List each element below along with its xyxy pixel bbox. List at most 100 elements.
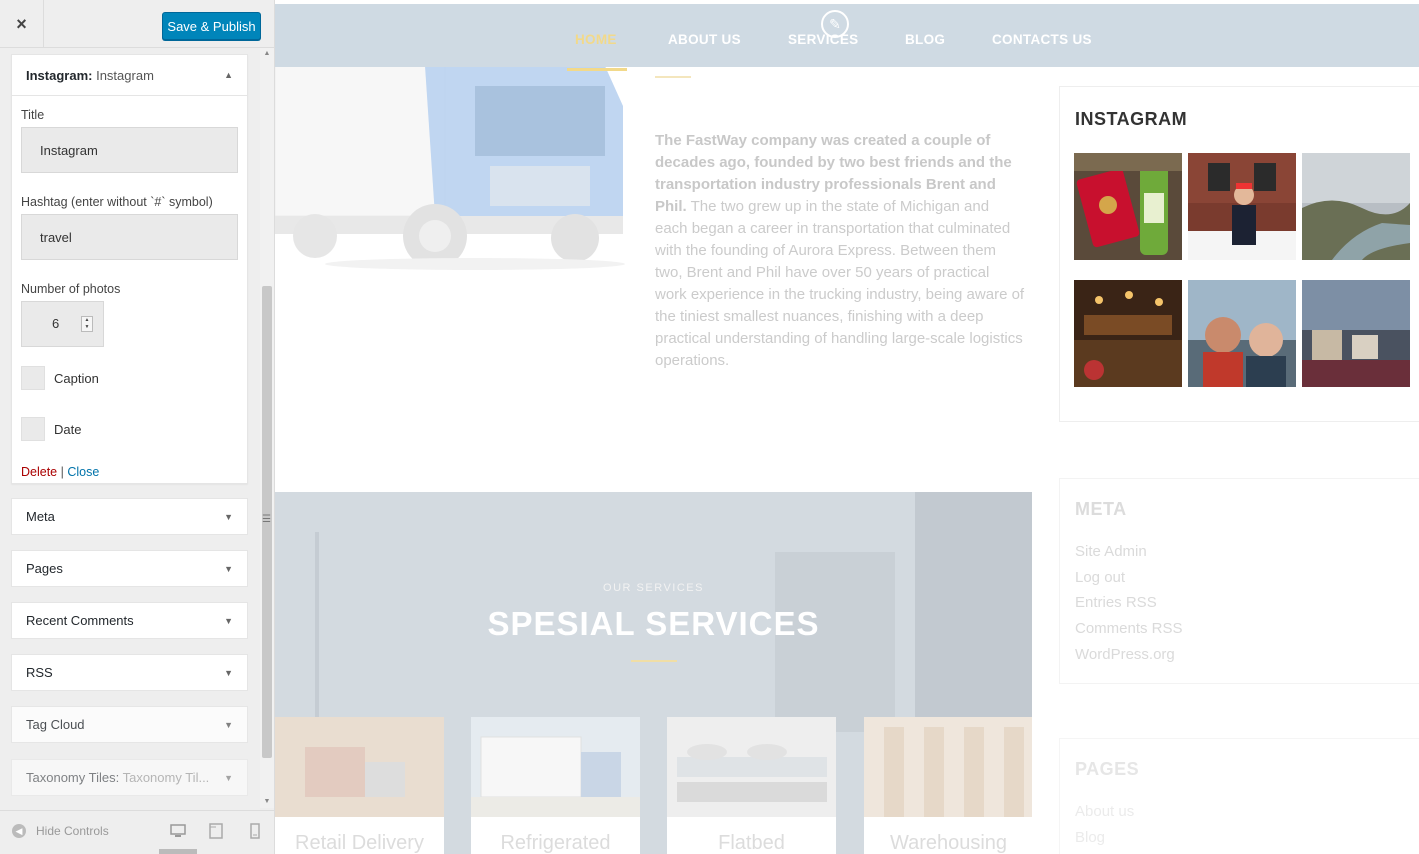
- hashtag-label: Hashtag (enter without `#` symbol): [21, 195, 213, 209]
- pages-link-about[interactable]: About us: [1075, 803, 1134, 820]
- widget-tag-cloud[interactable]: Tag Cloud ▼: [11, 706, 248, 743]
- widget-rss[interactable]: RSS ▼: [11, 654, 248, 691]
- delete-link[interactable]: Delete: [21, 465, 57, 479]
- site-preview: The FastWay company was created a couple…: [275, 0, 1419, 854]
- caret-down-icon[interactable]: ▼: [224, 512, 233, 522]
- service-card-label: Flatbed: [718, 832, 785, 854]
- service-card[interactable]: Flatbed: [667, 717, 836, 854]
- nav-services[interactable]: SERVICES: [788, 32, 858, 47]
- about-paragraph: The FastWay company was created a couple…: [655, 130, 1025, 372]
- caret-down-icon[interactable]: ▼: [224, 616, 233, 626]
- widget-pages[interactable]: Pages ▼: [11, 550, 248, 587]
- truck-image: [275, 66, 625, 270]
- about-body-text: The two grew up in the state of Michigan…: [655, 198, 1025, 369]
- service-card[interactable]: Retail Delivery: [275, 717, 444, 854]
- widget-type-label: Instagram:: [26, 67, 93, 83]
- widget-taxonomy-type: Taxonomy Tiles:: [26, 770, 120, 785]
- caption-label: Caption: [54, 370, 99, 386]
- save-publish-button[interactable]: Save & Publish: [162, 12, 261, 40]
- widget-instance-label: Instagram: [96, 67, 154, 83]
- service-card-label: Warehousing: [889, 832, 1008, 854]
- pencil-icon[interactable]: ✎: [821, 10, 849, 38]
- services-subtitle: OUR SERVICES: [603, 582, 704, 594]
- photos-label: Number of photos: [21, 282, 121, 296]
- hide-controls-label: Hide Controls: [36, 824, 109, 838]
- mobile-icon[interactable]: [247, 823, 263, 839]
- widget-recent-comments[interactable]: Recent Comments ▼: [11, 602, 248, 639]
- caret-down-icon[interactable]: ▼: [224, 720, 233, 730]
- main-navigation: HOME ABOUT US SERVICES BLOG CONTACTS US …: [275, 4, 1419, 71]
- title-label: Title: [21, 108, 45, 122]
- actions-separator: |: [60, 465, 64, 479]
- service-card-image: [471, 717, 640, 817]
- photos-stepper[interactable]: 6 ▲ ▼: [21, 301, 104, 347]
- caret-up-icon[interactable]: ▲: [224, 70, 233, 80]
- instagram-widget: INSTAGRAM: [1059, 86, 1419, 422]
- nav-home[interactable]: HOME: [575, 32, 617, 47]
- service-card-image: [864, 717, 1032, 817]
- widget-meta[interactable]: Meta ▼: [11, 498, 248, 535]
- desktop-icon[interactable]: [170, 823, 186, 839]
- photos-value: 6: [52, 316, 60, 331]
- resize-grip-icon[interactable]: ☰: [262, 514, 271, 526]
- instagram-photo[interactable]: [1074, 153, 1182, 260]
- instagram-photo[interactable]: [1188, 280, 1296, 387]
- widget-meta-label: Meta: [26, 509, 55, 524]
- instagram-photo[interactable]: [1302, 280, 1410, 387]
- pages-widget: PAGES About us Blog: [1059, 738, 1419, 854]
- meta-link-wordpress[interactable]: WordPress.org: [1075, 646, 1175, 663]
- service-card-label: Refrigerated: [500, 832, 611, 854]
- widget-taxonomy-tiles[interactable]: Taxonomy Tiles: Taxonomy Til... ▼: [11, 759, 248, 796]
- meta-link-comments-rss[interactable]: Comments RSS: [1075, 620, 1183, 637]
- scroll-up-icon[interactable]: ▲: [260, 48, 274, 60]
- widget-instagram: Instagram: Instagram ▲ Title Instagram H…: [11, 54, 248, 484]
- meta-title: META: [1075, 499, 1127, 519]
- widget-taxonomy-sub: Taxonomy Til...: [122, 770, 210, 785]
- date-checkbox[interactable]: [21, 417, 45, 441]
- meta-link-entries-rss[interactable]: Entries RSS: [1075, 594, 1157, 611]
- close-link[interactable]: Close: [67, 465, 99, 479]
- instagram-photo[interactable]: [1074, 280, 1182, 387]
- services-accent-line: [631, 660, 677, 662]
- hide-controls-button[interactable]: ◀ Hide Controls: [12, 824, 109, 838]
- spinner-icon[interactable]: ▲ ▼: [81, 316, 93, 332]
- widget-pages-label: Pages: [26, 561, 63, 576]
- widget-list: Instagram: Instagram ▲ Title Instagram H…: [0, 48, 260, 808]
- meta-widget: META Site Admin Log out Entries RSS Comm…: [1059, 478, 1419, 684]
- nav-active-underline: [567, 68, 627, 71]
- nav-about-us[interactable]: ABOUT US: [668, 32, 741, 47]
- tablet-icon[interactable]: [208, 823, 224, 839]
- widget-recent-comments-label: Recent Comments: [26, 613, 134, 628]
- date-label: Date: [54, 421, 82, 437]
- nav-contacts-us[interactable]: CONTACTS US: [992, 32, 1092, 47]
- instagram-photo[interactable]: [1188, 153, 1296, 260]
- meta-link-log-out[interactable]: Log out: [1075, 569, 1125, 586]
- title-input[interactable]: Instagram: [21, 127, 238, 173]
- caret-down-icon[interactable]: ▼: [224, 773, 233, 783]
- nav-blog[interactable]: BLOG: [905, 32, 945, 47]
- meta-link-site-admin[interactable]: Site Admin: [1075, 543, 1147, 560]
- caret-down-icon[interactable]: ▼: [224, 668, 233, 678]
- section-accent-line: [655, 76, 691, 78]
- caption-checkbox[interactable]: [21, 366, 45, 390]
- service-card-image: [275, 717, 444, 817]
- close-icon[interactable]: ×: [0, 0, 44, 48]
- pages-link-blog[interactable]: Blog: [1075, 829, 1105, 846]
- caret-down-icon[interactable]: ▼: [224, 564, 233, 574]
- widget-tag-cloud-label: Tag Cloud: [26, 717, 85, 732]
- hashtag-input[interactable]: travel: [21, 214, 238, 260]
- service-card[interactable]: Warehousing: [864, 717, 1032, 854]
- sidebar-scrollbar[interactable]: ▲ ▼: [260, 48, 274, 808]
- device-active-indicator: [159, 849, 197, 854]
- widget-title: Instagram: Instagram: [26, 68, 154, 83]
- customizer-footer: ◀ Hide Controls: [0, 810, 274, 854]
- widget-rss-label: RSS: [26, 665, 53, 680]
- customizer-sidebar: × Save & Publish Instagram: Instagram ▲ …: [0, 0, 275, 854]
- instagram-photo[interactable]: [1302, 153, 1410, 260]
- service-card[interactable]: Refrigerated: [471, 717, 640, 854]
- services-section: OUR SERVICES SPESIAL SERVICES Retail Del…: [275, 492, 1032, 854]
- widget-actions: Delete | Close: [21, 465, 238, 479]
- pages-title: PAGES: [1075, 759, 1140, 779]
- scroll-down-icon[interactable]: ▼: [260, 796, 274, 808]
- widget-instagram-header[interactable]: Instagram: Instagram ▲: [12, 55, 247, 96]
